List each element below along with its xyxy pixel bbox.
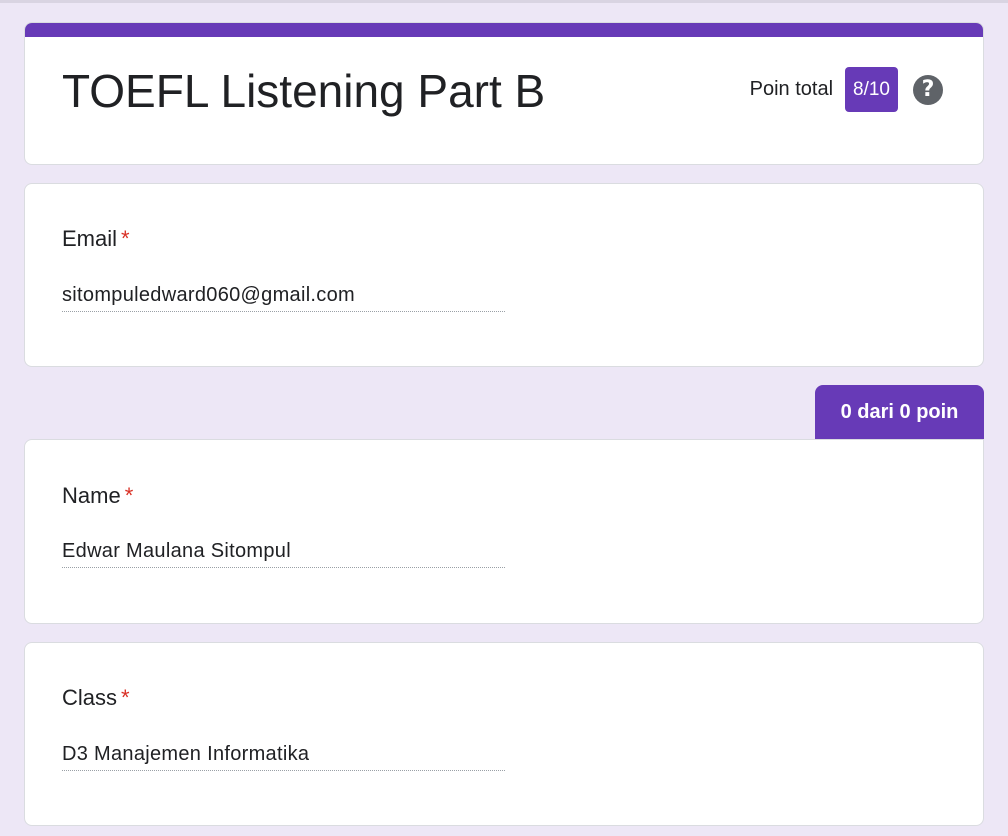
- question-label-name: Name *: [62, 483, 133, 509]
- question-title: Class: [62, 685, 118, 710]
- required-asterisk: *: [121, 226, 130, 251]
- question-label-class: Class *: [62, 685, 130, 711]
- question-card-class: Class * D3 Manajemen Informatika: [24, 642, 984, 826]
- browser-top-strip: [0, 0, 1008, 3]
- answer-email: sitompuledward060@gmail.com: [62, 284, 505, 312]
- question-card-email: Email * sitompuledward060@gmail.com: [24, 183, 984, 367]
- question-title: Email: [62, 226, 118, 251]
- total-score: Poin total 8/10 ?: [750, 67, 943, 112]
- answer-class: D3 Manajemen Informatika: [62, 743, 505, 771]
- form-title: TOEFL Listening Part B: [62, 65, 546, 117]
- answer-name: Edwar Maulana Sitompul: [62, 540, 505, 568]
- question-label-email: Email *: [62, 226, 130, 252]
- points-badge: 0 dari 0 poin: [815, 385, 984, 440]
- score-badge: 8/10: [845, 67, 898, 112]
- question-card-name: Name * Edwar Maulana Sitompul: [24, 439, 984, 624]
- header-accent-bar: [25, 23, 983, 37]
- form-header-card: TOEFL Listening Part B Poin total 8/10 ?: [24, 22, 984, 165]
- help-icon[interactable]: ?: [913, 74, 943, 105]
- required-asterisk: *: [121, 685, 130, 710]
- required-asterisk: *: [124, 483, 134, 508]
- question-title: Name: [62, 483, 121, 508]
- score-label: Poin total: [749, 78, 834, 100]
